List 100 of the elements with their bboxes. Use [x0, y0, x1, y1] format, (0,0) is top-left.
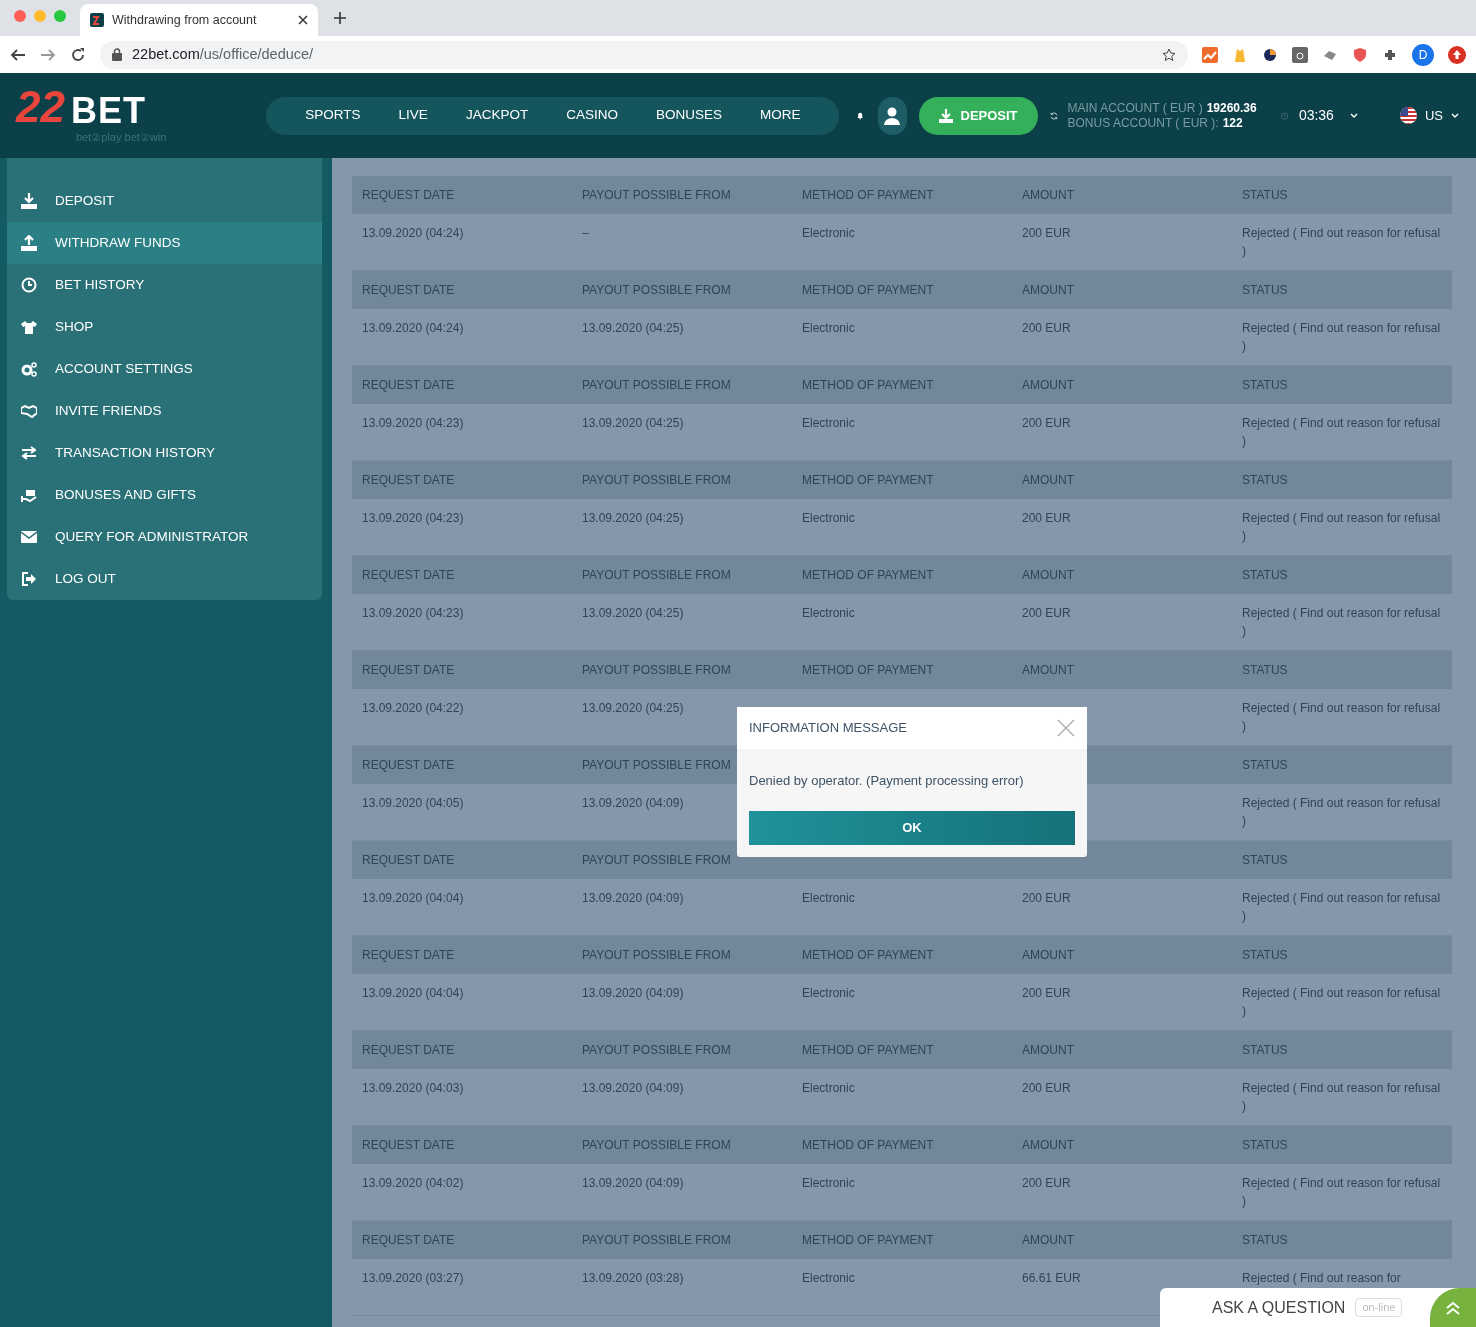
language-dropdown[interactable]: US — [1398, 104, 1460, 127]
account-label: MAIN ACCOUNT ( EUR ) — [1067, 100, 1203, 116]
nav-link[interactable]: CASINO — [547, 105, 637, 126]
reload-icon[interactable] — [70, 46, 86, 63]
expand-button[interactable] — [1430, 1288, 1476, 1327]
nav-link[interactable]: MORE — [740, 105, 820, 126]
column-header: STATUS — [1241, 757, 1289, 774]
sidebar-item[interactable]: BONUSES AND GIFTS — [7, 474, 322, 516]
column-header: AMOUNT — [1021, 947, 1075, 964]
table-cell-text: 13.09.2020 (04:22) — [361, 700, 465, 717]
table-cell-text: Electronic — [801, 225, 856, 242]
ok-button[interactable]: OK — [749, 810, 1075, 845]
table-cell-text: Electronic — [801, 890, 856, 907]
chart-extension-icon[interactable] — [1202, 46, 1218, 63]
column-header: REQUEST DATE — [361, 282, 456, 299]
table-cell-text: 13.09.2020 (04:25) — [581, 605, 685, 622]
caret-icon — [1349, 113, 1358, 118]
column-header: AMOUNT — [1021, 377, 1075, 394]
tab-title: Withdrawing from account — [112, 11, 258, 29]
column-header: STATUS — [1241, 1042, 1289, 1059]
profile-avatar[interactable]: D — [1412, 43, 1434, 66]
user-button[interactable] — [877, 96, 907, 135]
column-header: AMOUNT — [1021, 282, 1075, 299]
user-icon — [884, 106, 901, 125]
shield-extension-icon[interactable] — [1352, 46, 1368, 63]
new-tab-icon[interactable] — [334, 12, 346, 24]
online-status: on-line — [1355, 1298, 1403, 1317]
close-icon[interactable] — [298, 15, 308, 25]
sidebar-item[interactable]: LOG OUT — [7, 558, 322, 600]
table-cell-text: Rejected ( Find out reason for refusal ) — [1241, 605, 1442, 640]
ask-question-widget[interactable]: ASK A QUESTION on-line — [1160, 1288, 1476, 1327]
column-header: STATUS — [1241, 377, 1289, 394]
table-cell-text: Electronic — [801, 415, 856, 432]
shirt-icon — [21, 319, 37, 335]
table-cell-text: 13.09.2020 (04:24) — [361, 225, 465, 242]
sidebar-item[interactable]: WITHDRAW FUNDS — [7, 222, 322, 264]
forward-icon[interactable] — [40, 46, 56, 63]
column-header: STATUS — [1241, 472, 1289, 489]
account-label: BONUS ACCOUNT ( EUR ): — [1067, 115, 1219, 131]
table-cell-text: 13.09.2020 (04:03) — [361, 1080, 465, 1097]
column-header: PAYOUT POSSIBLE FROM — [581, 187, 732, 204]
sidebar-item[interactable]: TRANSACTION HISTORY — [7, 432, 322, 474]
arrows-icon — [21, 445, 37, 461]
column-header: METHOD OF PAYMENT — [801, 377, 935, 394]
column-header: REQUEST DATE — [361, 187, 456, 204]
column-header: AMOUNT — [1021, 187, 1075, 204]
back-icon[interactable] — [10, 46, 26, 63]
column-header: PAYOUT POSSIBLE FROM — [581, 472, 732, 489]
table-cell-text: Electronic — [801, 1270, 856, 1287]
table-cell-text: 200 EUR — [1021, 1175, 1072, 1192]
column-header: STATUS — [1241, 852, 1289, 869]
table-cell-text: Rejected ( Find out reason for refusal ) — [1241, 510, 1442, 545]
circle-extension-icon[interactable] — [1262, 46, 1278, 63]
sidebar-item[interactable]: ACCOUNT SETTINGS — [7, 348, 322, 390]
star-icon[interactable] — [1162, 47, 1176, 62]
nav-link[interactable]: SPORTS — [286, 105, 380, 126]
table-cell-text: 13.09.2020 (04:23) — [361, 605, 465, 622]
column-header: STATUS — [1241, 1232, 1289, 1249]
column-header: METHOD OF PAYMENT — [801, 567, 935, 584]
table-cell-text: 200 EUR — [1021, 890, 1072, 907]
sidebar-item[interactable]: SHOP — [7, 306, 322, 348]
table-cell-text: Rejected ( Find out reason for refusal ) — [1241, 1080, 1442, 1115]
nav-link[interactable]: JACKPOT — [446, 105, 548, 126]
column-header: PAYOUT POSSIBLE FROM — [581, 282, 732, 299]
sidebar-item[interactable]: BET HISTORY — [7, 264, 322, 306]
table-cell-text: 200 EUR — [1021, 985, 1072, 1002]
time-dropdown[interactable]: 03:36 — [1297, 104, 1359, 127]
sidebar-item[interactable]: DEPOSIT — [7, 180, 322, 222]
column-header: METHOD OF PAYMENT — [801, 1042, 935, 1059]
table-cell-text: Rejected ( Find out reason for refusal ) — [1241, 795, 1442, 830]
column-header: PAYOUT POSSIBLE FROM — [581, 757, 732, 774]
column-header: REQUEST DATE — [361, 852, 456, 869]
nav-link[interactable]: LIVE — [379, 105, 447, 126]
table-cell-text: 13.09.2020 (04:04) — [361, 890, 465, 907]
sidebar-item[interactable]: QUERY FOR ADMINISTRATOR — [7, 516, 322, 558]
column-header: AMOUNT — [1021, 567, 1075, 584]
logout-icon — [21, 571, 37, 587]
table-cell-text: Rejected ( Find out reason for refusal ) — [1241, 225, 1442, 260]
column-header: STATUS — [1241, 1137, 1289, 1154]
table-cell-text: – — [581, 225, 590, 242]
column-header: PAYOUT POSSIBLE FROM — [581, 662, 732, 679]
account-balance: 122 — [1222, 115, 1243, 131]
column-header: AMOUNT — [1021, 1042, 1075, 1059]
dialog-message: Denied by operator. (Payment processing error) — [748, 772, 1025, 790]
table-cell-text: 13.09.2020 (04:23) — [361, 510, 465, 527]
nav-link[interactable]: BONUSES — [636, 105, 741, 126]
table-cell-text: 13.09.2020 (04:09) — [581, 890, 685, 907]
table-cell-text: 13.09.2020 (04:05) — [361, 795, 465, 812]
square-extension-icon[interactable] — [1292, 46, 1308, 63]
upload-extension-icon[interactable] — [1448, 45, 1466, 64]
column-header: STATUS — [1241, 282, 1289, 299]
browser-tab[interactable]: Withdrawing from account — [80, 4, 318, 36]
gears-icon — [21, 361, 37, 377]
column-header: AMOUNT — [1021, 662, 1075, 679]
address-bar[interactable]: 22bet.com/us/office/deduce/ — [100, 40, 1188, 69]
column-header: PAYOUT POSSIBLE FROM — [581, 567, 732, 584]
clock-icon — [21, 277, 37, 293]
column-header: PAYOUT POSSIBLE FROM — [581, 1042, 732, 1059]
column-header: REQUEST DATE — [361, 757, 456, 774]
sidebar-item[interactable]: INVITE FRIENDS — [7, 390, 322, 432]
